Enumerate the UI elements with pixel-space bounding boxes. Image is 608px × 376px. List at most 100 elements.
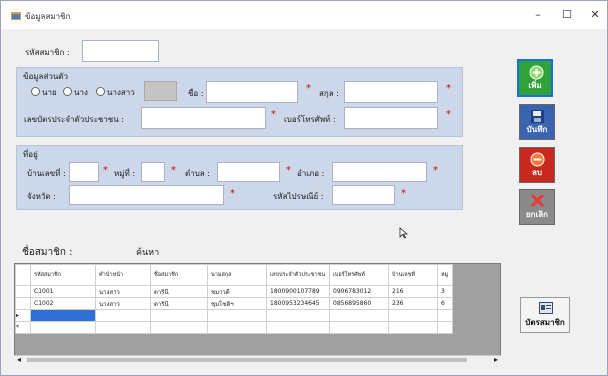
house-required: *	[103, 165, 108, 176]
row-marker[interactable]	[15, 297, 31, 310]
table-row[interactable]: C1002 นางสาว ดารินี ชุมโชติฯ 18009532346…	[15, 297, 453, 310]
table-cell[interactable]	[266, 309, 330, 322]
table-cell[interactable]	[95, 309, 151, 322]
member-card-label: บัตรสมาชิก	[525, 318, 565, 327]
surname-required: *	[446, 83, 451, 94]
province-input[interactable]	[69, 185, 224, 205]
column-header[interactable]: หมู	[437, 264, 453, 286]
row-marker[interactable]	[15, 285, 31, 298]
table-cell[interactable]	[207, 309, 267, 322]
table-cell[interactable]: C1001	[30, 285, 96, 298]
table-cell[interactable]	[266, 321, 330, 334]
scroll-thumb[interactable]	[27, 358, 467, 362]
table-cell[interactable]	[437, 321, 453, 334]
surname-input[interactable]	[344, 81, 438, 103]
table-cell[interactable]	[150, 309, 208, 322]
table-cell[interactable]	[150, 321, 208, 334]
table-cell[interactable]: 1800953234645	[266, 297, 330, 310]
house-input[interactable]	[69, 162, 99, 182]
row-header-corner	[15, 264, 31, 286]
close-button[interactable]: ✕	[586, 7, 604, 23]
title-bar: ข้อมูลสมาชิก – ☐ ✕	[1, 1, 607, 29]
row-marker[interactable]: *	[15, 321, 31, 334]
amphoe-label: อำเภอ :	[297, 169, 325, 178]
table-cell[interactable]	[207, 321, 267, 334]
table-cell[interactable]: 0906783012	[329, 285, 389, 298]
moo-input[interactable]	[141, 162, 165, 182]
radio-miss[interactable]	[96, 87, 105, 96]
table-cell[interactable]	[388, 321, 438, 334]
table-cell[interactable]	[329, 321, 389, 334]
table-row[interactable]: C1001 นางสาว ดารินี ชมาวดี 1800900107789…	[15, 285, 453, 298]
table-cell[interactable]: 236	[388, 297, 438, 310]
column-header[interactable]: คำนำหน้า	[95, 264, 151, 286]
personal-heading: ข้อมูลส่วนตัว	[23, 72, 68, 81]
add-button[interactable]: เพิ่ม	[517, 59, 553, 97]
name-input[interactable]	[206, 81, 298, 103]
table-cell[interactable]: ชมาวดี	[207, 285, 267, 298]
delete-button[interactable]: ลบ	[519, 147, 555, 183]
table-cell[interactable]: ชุมโชติฯ	[207, 297, 267, 310]
column-header[interactable]: ชื่อสมาชิก	[150, 264, 208, 286]
table-cell[interactable]	[329, 309, 389, 322]
title-box	[144, 81, 177, 101]
row-marker[interactable]: ▸	[15, 309, 31, 322]
amphoe-input[interactable]	[332, 162, 427, 182]
horizontal-scrollbar[interactable]: ◂ ▸	[14, 355, 501, 364]
table-cell[interactable]: 6	[437, 297, 453, 310]
radio-mr[interactable]	[31, 87, 40, 96]
minimize-button[interactable]: –	[529, 7, 547, 23]
table-cell[interactable]	[30, 321, 96, 334]
column-header[interactable]: รหัสสมาชิก	[30, 264, 96, 286]
table-cell[interactable]: ดารินี	[150, 285, 208, 298]
search-label: ชื่อสมาชิก :	[22, 247, 73, 258]
app-icon	[11, 12, 21, 20]
table-cell[interactable]: นางสาว	[95, 297, 151, 310]
column-header[interactable]: เบอร์โทรศัพท์	[329, 264, 389, 286]
member-card-icon	[539, 302, 553, 314]
radio-mrs-label: นาง	[74, 88, 88, 97]
zip-label: รหัสไปรษณีย์ :	[273, 192, 324, 201]
selected-cell[interactable]	[30, 309, 96, 322]
search-button[interactable]: ค้นหา	[136, 245, 159, 259]
maximize-button[interactable]: ☐	[558, 7, 576, 23]
moo-required: *	[171, 165, 176, 176]
address-heading: ที่อยู่	[23, 150, 38, 159]
column-header[interactable]: นามสกุล	[207, 264, 267, 286]
members-table: รหัสสมาชิก คำนำหน้า ชื่อสมาชิก นามสกุล เ…	[14, 263, 501, 363]
table-cell[interactable]: 1800900107789	[266, 285, 330, 298]
column-header[interactable]: บ้านเลขที่	[388, 264, 438, 286]
id-label: เลขบัตรประจำตัวประชาชน :	[24, 115, 124, 124]
id-input[interactable]	[141, 107, 266, 129]
floppy-icon	[531, 110, 544, 123]
table-row-new[interactable]: ▸	[15, 309, 453, 322]
phone-input[interactable]	[344, 107, 438, 129]
province-required: *	[230, 188, 235, 199]
add-label: เพิ่ม	[528, 81, 542, 90]
cancel-button[interactable]: ยกเลิก	[519, 189, 555, 225]
table-cell[interactable]: นางสาว	[95, 285, 151, 298]
table-cell[interactable]	[388, 309, 438, 322]
table-cell[interactable]: 0856895860	[329, 297, 389, 310]
table-cell[interactable]: 216	[388, 285, 438, 298]
table-cell[interactable]: ดารินี	[150, 297, 208, 310]
scroll-left-icon[interactable]: ◂	[17, 355, 21, 364]
table-cell[interactable]: 3	[437, 285, 453, 298]
x-icon	[530, 193, 545, 208]
member-code-input[interactable]	[82, 40, 159, 62]
surname-label: สกุล :	[319, 89, 339, 98]
radio-mr-label: นาย	[42, 88, 57, 97]
name-required: *	[306, 83, 311, 94]
zip-input[interactable]	[332, 185, 395, 205]
scroll-right-icon[interactable]: ▸	[494, 355, 498, 364]
table-row-new[interactable]: *	[15, 321, 453, 334]
search-input[interactable]	[72, 239, 130, 259]
table-cell[interactable]	[437, 309, 453, 322]
column-header[interactable]: เลขประจำตัวประชาชน	[266, 264, 330, 286]
save-button[interactable]: บันทึก	[519, 104, 555, 140]
tambon-input[interactable]	[217, 162, 280, 182]
member-card-button[interactable]: บัตรสมาชิก	[520, 297, 570, 333]
radio-mrs[interactable]	[63, 87, 72, 96]
table-cell[interactable]	[95, 321, 151, 334]
table-cell[interactable]: C1002	[30, 297, 96, 310]
